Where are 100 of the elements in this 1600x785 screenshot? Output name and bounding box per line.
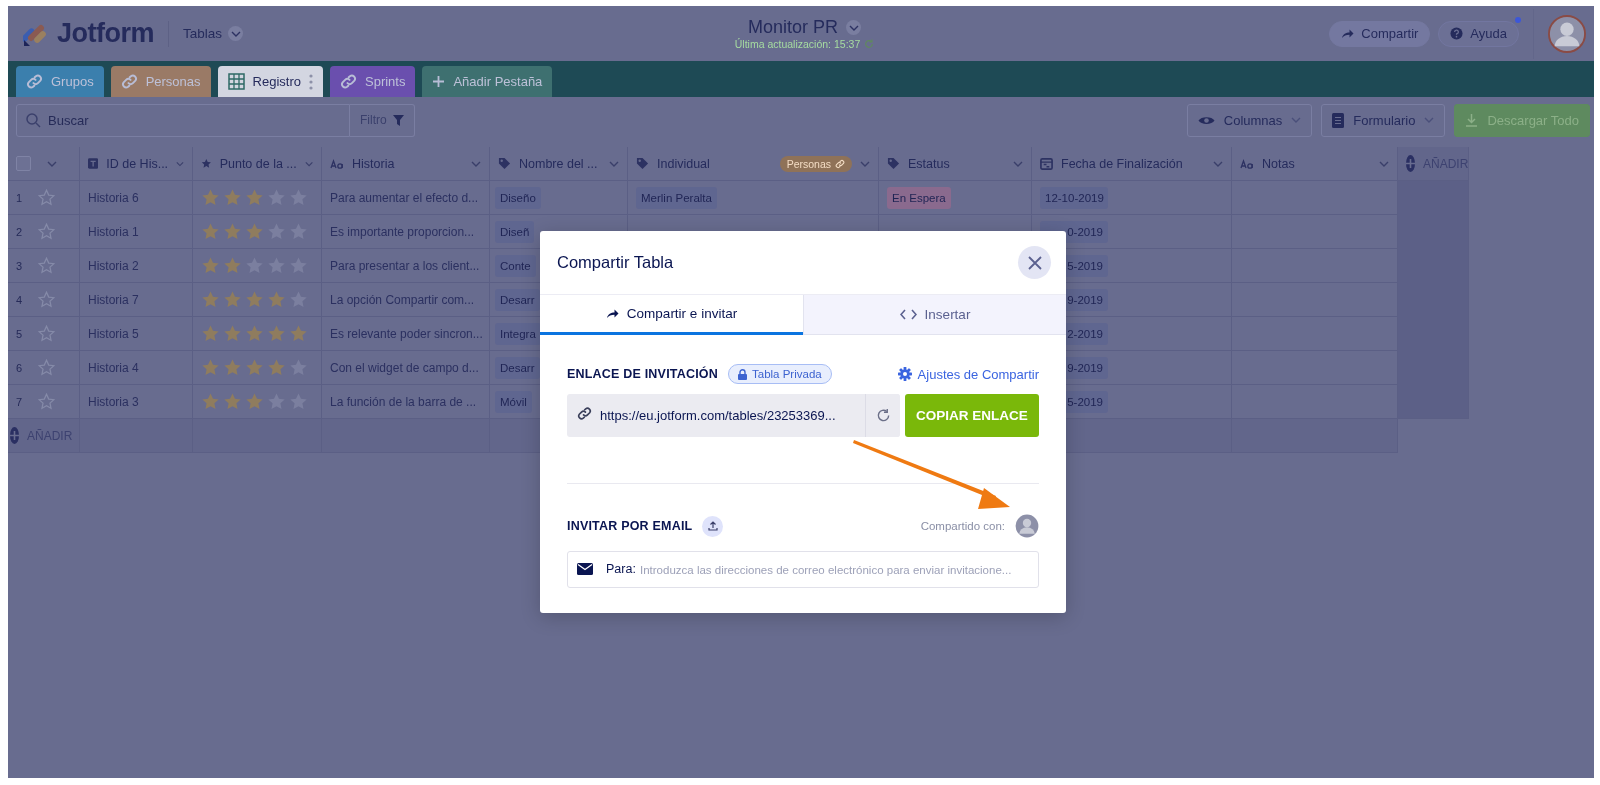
filter-icon: [392, 114, 404, 126]
invite-link: https://eu.jotform.com/tables/23253369...: [600, 408, 837, 423]
star-icon: [245, 358, 264, 377]
table-cell: Historia 6: [88, 190, 139, 205]
table-cell: Con el widget de campo d...: [330, 360, 479, 375]
row-number: 5: [16, 327, 24, 340]
text-field-icon: [88, 157, 99, 170]
table-cell: La opción Compartir com...: [330, 292, 475, 307]
share-settings-link[interactable]: Ajustes de Compartir: [897, 366, 1039, 382]
star-icon: [201, 222, 220, 241]
download-icon: [1465, 113, 1479, 127]
star-icon: [245, 290, 264, 309]
table-cell: Historia 4: [88, 360, 139, 375]
tag-chip: Integra: [495, 322, 541, 345]
chevron-icon: [230, 30, 241, 37]
table-cell: Para presentar a los client...: [330, 258, 480, 273]
column-header[interactable]: Estatus: [908, 156, 1005, 171]
tag-icon: [636, 157, 649, 170]
refresh-icon: [864, 39, 875, 49]
search-icon: [26, 112, 41, 128]
chevron-icon: [1213, 160, 1223, 167]
column-header[interactable]: Fecha de Finalización: [1061, 156, 1205, 171]
to-label: Para:: [606, 562, 636, 576]
refresh-icon: [875, 408, 891, 423]
table-tab[interactable]: Grupos: [16, 66, 104, 97]
dialog-tab[interactable]: Compartir e invitar: [540, 295, 803, 335]
refresh-button[interactable]: [865, 394, 900, 437]
help-button[interactable]: Ayuda: [1438, 20, 1519, 47]
column-header[interactable]: Punto de la ...: [219, 156, 297, 171]
star-icon: [223, 290, 242, 309]
table-cell: Historia 5: [88, 326, 139, 341]
person-chip: Merlin Peralta: [636, 186, 717, 209]
star-icon: [267, 358, 286, 377]
chevron-icon: [304, 160, 313, 167]
chevron-icon: [1013, 160, 1023, 167]
tag-chip: Móvil: [495, 390, 532, 413]
tag-chip: Desarr: [495, 288, 540, 311]
chevron-icon: [848, 24, 859, 31]
close-icon: [1027, 255, 1042, 270]
row-number: 7: [16, 395, 24, 408]
tag-icon: [887, 157, 900, 170]
column-header[interactable]: Nombre del ...: [519, 156, 601, 171]
upload-button[interactable]: [702, 515, 724, 537]
close-button[interactable]: [1018, 246, 1051, 279]
calendar-icon: [1040, 157, 1053, 170]
table-title: Monitor PR: [747, 17, 838, 38]
tag-chip: Diseño: [495, 186, 541, 209]
table-tab[interactable]: Añadir Pestaña: [422, 66, 553, 97]
star-icon: [245, 222, 264, 241]
dialog-title: Compartir Tabla: [557, 253, 674, 272]
dialog-tab[interactable]: Insertar: [803, 295, 1066, 335]
column-header[interactable]: Historia: [352, 156, 463, 171]
logo-text: Jotform: [57, 18, 154, 49]
star-icon: [201, 358, 220, 377]
table-tab[interactable]: Registro: [217, 66, 323, 97]
copy-link-button[interactable]: COPIAR ENLACE: [905, 394, 1039, 437]
form-button[interactable]: Formulario: [1321, 103, 1446, 137]
upload-icon: [707, 521, 718, 531]
column-header[interactable]: Notas: [1262, 156, 1371, 171]
settings-icon: [897, 367, 912, 381]
row-number: 6: [16, 361, 24, 374]
table-tab[interactable]: Personas: [110, 66, 211, 97]
chevron-icon: [1379, 160, 1389, 167]
last-update: Última actualización: 15:37: [734, 38, 861, 50]
share-icon: [605, 308, 619, 319]
columns-button[interactable]: Columnas: [1186, 103, 1313, 137]
row-number: 3: [16, 259, 24, 272]
section-label: INVITAR POR EMAIL: [567, 519, 693, 533]
table-cell: Historia 1: [88, 224, 139, 239]
help-icon: [1450, 27, 1464, 40]
table-tab[interactable]: Sprints: [330, 66, 416, 97]
tag-chip: Conte: [495, 254, 536, 277]
document-icon: [1332, 112, 1345, 128]
chevron-icon: [1291, 117, 1302, 123]
mail-icon: [577, 563, 593, 575]
column-header[interactable]: Individual: [657, 156, 772, 171]
tag-chip: Desarr: [495, 356, 540, 379]
search-field[interactable]: Buscar: [16, 103, 350, 137]
star-icon: [223, 188, 242, 207]
share-icon: [1341, 28, 1355, 39]
status-chip: En Espera: [887, 186, 951, 209]
share-button[interactable]: Compartir: [1329, 20, 1431, 47]
column-header[interactable]: ID de His...: [106, 156, 169, 171]
link-icon: [340, 73, 357, 90]
eye-icon: [1197, 114, 1215, 126]
tables-menu[interactable]: Tablas: [183, 26, 244, 41]
chevron-icon: [176, 160, 184, 167]
shared-with-label: Compartido con:: [920, 520, 1005, 532]
star-icon: [245, 392, 264, 411]
privacy-badge: Tabla Privada: [728, 364, 832, 384]
row-number: 4: [16, 293, 24, 306]
star-icon: [223, 256, 242, 275]
add-column-icon[interactable]: [1406, 155, 1415, 172]
linked-table-badge: Personas: [779, 155, 852, 172]
link-field[interactable]: https://eu.jotform.com/tables/23253369...: [567, 394, 900, 437]
chevron-icon: [1424, 117, 1435, 123]
add-row-icon[interactable]: [10, 427, 19, 444]
star-icon: [267, 290, 286, 309]
user-avatar: [1548, 14, 1586, 53]
tag-icon: [498, 157, 511, 170]
